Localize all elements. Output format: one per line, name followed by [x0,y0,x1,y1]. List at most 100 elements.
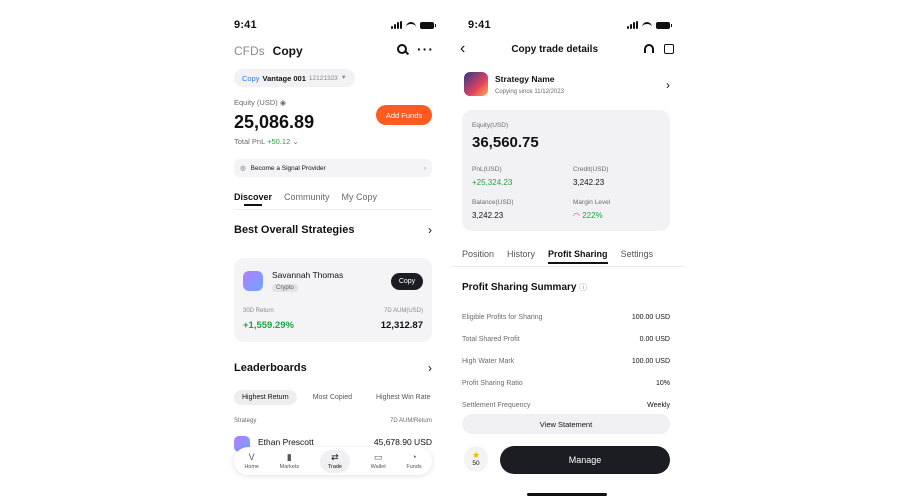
filter-highest-win-rate[interactable]: Highest Win Rate [368,390,438,405]
view-statement-button[interactable]: View Statement [462,414,670,434]
chevron-right-icon: › [423,164,426,172]
tab-discover[interactable]: Discover [234,192,272,206]
search-icon[interactable] [397,44,407,54]
battery-icon [656,21,672,29]
account-selector[interactable]: Copy Vantage 001 12121323 ▼ [234,69,355,87]
credit-label: Credit(USD) [573,166,609,173]
strategy-card[interactable]: Savannah Thomas Crypto Copy 30D Return +… [234,258,432,342]
nav-home[interactable]: V Home [244,451,259,470]
copy-trading-screen: 9:41 CFDs Copy ··· Copy Vantage 001 1212… [218,0,448,502]
tab-cfds[interactable]: CFDs [234,44,265,58]
summary-title: Profit Sharing Summary ⓘ [462,282,588,293]
bottom-nav: V Home ▮ Markets ⇄ Trade ▭ Wallet ◔ Funds [234,447,432,475]
pnl-label: PnL(USD) [472,166,502,173]
add-funds-button[interactable]: Add Funds [376,105,432,125]
total-pnl-value: +50.12 [267,137,291,146]
pie-icon: ◔ [411,451,417,462]
info-icon[interactable]: ⓘ [579,283,587,292]
status-icons [627,21,672,29]
margin-label: Margin Level [573,199,611,206]
summary-row: Settlement Frequency Weekly [462,401,670,409]
swap-icon: ⇄ [331,451,339,462]
copy-trade-details-screen: 9:41 ‹ Copy trade details Strategy Name … [452,0,684,502]
summary-row: Profit Sharing Ratio 10% [462,379,670,387]
header-actions [644,44,674,54]
margin-value: 222% [582,211,603,220]
more-icon[interactable]: ··· [417,42,434,56]
signal-icon [627,21,638,29]
leader-value: 45,678.90 USD [373,437,432,447]
category-tag: Crypto [272,284,298,292]
chevron-right-icon[interactable]: › [666,78,670,92]
broadcast-icon: ◎ [240,165,246,172]
nav-wallet[interactable]: ▭ Wallet [371,451,386,470]
equity-label: Equity(USD) [472,122,509,129]
nav-markets[interactable]: ▮ Markets [280,451,300,470]
filter-highest-return[interactable]: Highest Return [234,390,297,405]
status-bar: 9:41 [468,18,672,32]
wifi-icon [406,21,416,29]
wallet-icon: ▭ [373,451,383,462]
return-label: 30D Return [243,308,274,314]
status-time: 9:41 [468,19,491,31]
status-icons [391,21,436,29]
status-bar: 9:41 [234,18,436,32]
avatar [243,271,263,291]
home-icon: V [248,451,255,462]
wifi-icon [642,21,652,29]
header: ‹ Copy trade details [460,41,674,57]
signal-provider-label: Become a Signal Provider [250,164,326,172]
star-icon: ★ [471,450,481,460]
summary-row: Total Shared Profit 0.00 USD [462,335,670,343]
best-strategies-title: Best Overall Strategies [234,224,355,236]
credit-value: 3,242.23 [573,178,605,187]
discover-tabs: Discover Community My Copy [234,192,378,206]
copy-button[interactable]: Copy [391,273,423,290]
account-prefix: Copy [242,73,260,83]
chevron-right-icon[interactable]: › [428,361,432,375]
strategy-name: Strategy Name [495,74,555,84]
tab-settings[interactable]: Settings [621,249,654,259]
share-icon[interactable] [664,44,674,54]
strategy-avatar [464,72,488,96]
pnl-value: +25,324.23 [472,178,513,187]
filter-most-copied[interactable]: Most Copied [305,390,360,405]
tab-community[interactable]: Community [284,192,330,202]
divider [234,209,432,210]
summary-row: Eligible Profits for Sharing 100.00 USD [462,313,670,321]
tab-history[interactable]: History [507,249,535,259]
headset-icon[interactable] [644,44,654,53]
detail-tabs: Position History Profit Sharing Settings [462,249,654,264]
chevron-right-icon[interactable]: › [428,223,432,237]
account-name: Vantage 001 [262,73,306,83]
manage-button[interactable]: Manage [500,446,670,474]
nav-funds[interactable]: ◔ Funds [406,451,421,470]
equity-label: Equity (USD) ◉ [234,98,286,107]
rating-badge[interactable]: ★ 50 [464,446,488,472]
table-header-aum: 7D AUM/Return [389,418,432,424]
home-indicator [527,493,607,496]
leaderboard-filters: Highest Return Most Copied Highest Win R… [234,390,438,405]
tab-position[interactable]: Position [462,249,494,259]
tab-copy[interactable]: Copy [273,44,303,58]
battery-icon [420,21,436,29]
aum-value: 12,312.87 [380,320,423,331]
eye-icon[interactable]: ◉ [280,100,286,107]
account-id: 12121323 [308,74,338,82]
equity-value: 25,086.89 [234,112,315,132]
nav-trade[interactable]: ⇄ Trade [319,449,350,473]
chevron-down-icon[interactable]: ⌄ [292,137,298,146]
leaderboards-title: Leaderboards [234,362,307,374]
signal-provider-banner[interactable]: ◎ Become a Signal Provider › [234,159,432,177]
rating-value: 50 [472,460,480,467]
divider [452,266,684,267]
table-header-strategy: Strategy [234,418,257,424]
tab-profit-sharing[interactable]: Profit Sharing [548,249,608,264]
summary-row: High Water Mark 100.00 USD [462,357,670,365]
bar-chart-icon: ▮ [286,451,292,462]
chevron-down-icon: ▼ [340,75,347,81]
tab-my-copy[interactable]: My Copy [342,192,378,202]
return-value: +1,559.29% [243,320,294,331]
aum-label: 7D AUM(USD) [383,308,423,314]
top-tabs: CFDs Copy [234,44,303,58]
